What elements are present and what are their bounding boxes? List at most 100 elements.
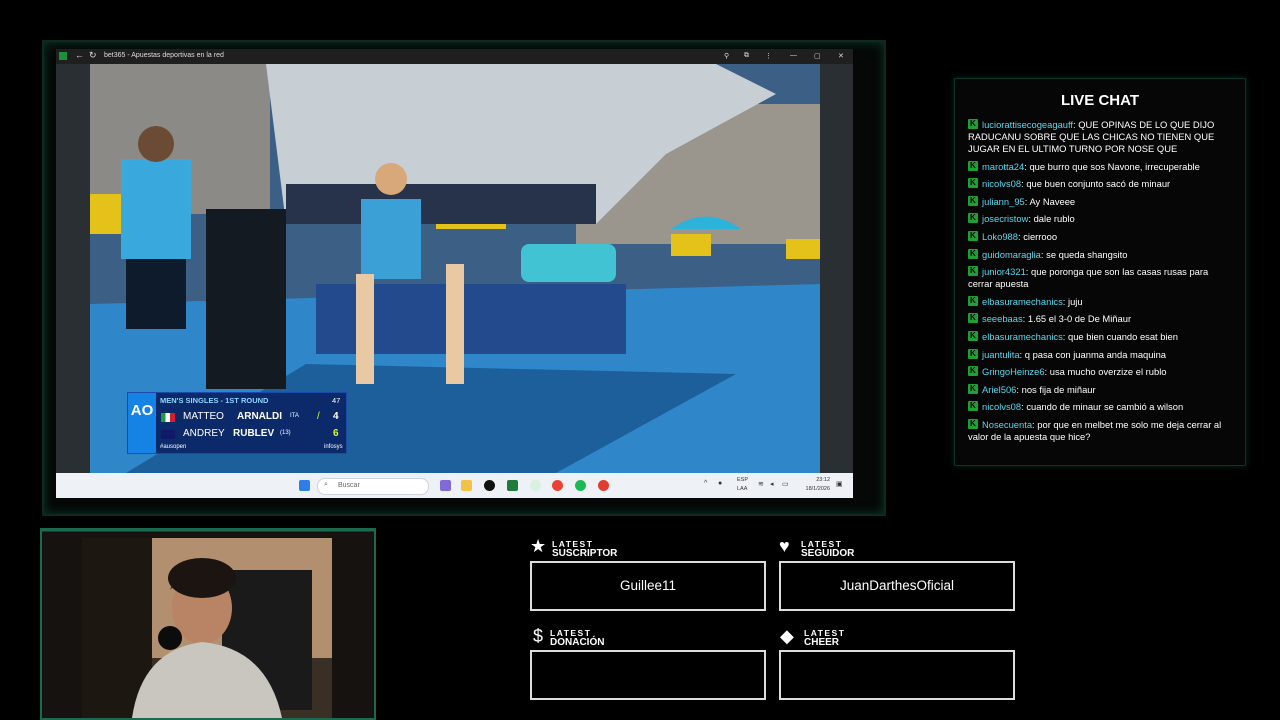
player2-last: RUBLEV — [233, 428, 275, 439]
clock-date[interactable]: 18/1/2026 — [798, 486, 830, 492]
clock-time[interactable]: 23:12 — [798, 477, 830, 483]
australian-open-logo: AO — [128, 393, 156, 453]
kick-badge-icon — [968, 383, 978, 395]
match-time: 47 — [332, 396, 341, 405]
battery-icon[interactable]: ▭ — [782, 480, 789, 488]
player1-country: ITA — [290, 413, 299, 419]
diamond-icon: ◆ — [780, 626, 794, 646]
share-icon[interactable]: ⧉ — [744, 52, 749, 60]
notification-icon[interactable]: ▣ — [836, 480, 843, 488]
tiktok-icon[interactable] — [484, 480, 495, 491]
chat-text: cuando de minaur se cambió a wilson — [1026, 401, 1184, 413]
star-icon: ★ — [530, 536, 547, 556]
chat-text: se queda shangsito — [1046, 248, 1128, 260]
taskbar-search[interactable]: ⌕ Buscar — [317, 478, 429, 495]
chat-username[interactable]: GringoHeinze6 — [982, 366, 1045, 377]
chat-text: 1.65 el 3-0 de De Miñaur — [1027, 313, 1132, 325]
chat-message: seeebaas: 1.65 el 3-0 de De Miñaur — [968, 312, 1230, 325]
chrome-icon[interactable] — [552, 480, 563, 491]
chat-message: elbasuramechanics: que bien cuando esat … — [968, 330, 1230, 343]
subscriber-label: LATEST SUSCRIPTOR — [552, 539, 618, 559]
browser-title: bet365 - Apuestas deportivas en la red — [104, 52, 224, 59]
chat-username[interactable]: elbasuramechanics — [982, 296, 1063, 307]
chat-text: juju — [1068, 295, 1083, 307]
chat-message: Loko988: cierrooo — [968, 230, 1230, 243]
hashtag: #ausopen — [160, 444, 187, 450]
kick-badge-icon — [968, 177, 978, 189]
latest-cheer-box — [779, 650, 1015, 700]
kick-badge-icon — [968, 195, 978, 207]
start-icon[interactable] — [299, 480, 310, 491]
chat-username[interactable]: marotta24 — [982, 161, 1024, 172]
chat-message: luciorattisecogeagauff: QUE OPINAS DE LO… — [968, 118, 1230, 155]
chat-username[interactable]: nicolvs08 — [982, 401, 1021, 412]
chevron-up-icon[interactable]: ^ — [704, 480, 707, 487]
chat-message: josecristow: dale rublo — [968, 212, 1230, 225]
latest-donation-box — [530, 650, 766, 700]
chat-text: que buen conjunto sacó de minaur — [1026, 178, 1171, 190]
chat-message: nicolvs08: que buen conjunto sacó de min… — [968, 177, 1230, 190]
browser-title-bar: ← ↻ bet365 - Apuestas deportivas en la r… — [56, 49, 853, 64]
kick-badge-icon — [968, 212, 978, 224]
heart-icon: ♥ — [779, 536, 790, 556]
kick-badge-icon — [968, 330, 978, 342]
dollar-icon: $ — [533, 626, 544, 646]
chat-message: marotta24: que burro que sos Navone, irr… — [968, 160, 1230, 173]
chat-username[interactable]: nicolvs08 — [982, 178, 1021, 189]
kick-badge-icon — [968, 365, 978, 377]
volume-icon[interactable]: ◂ — [770, 480, 774, 488]
whatsapp-icon[interactable] — [530, 480, 541, 491]
chat-text: q pasa con juanma anda maquina — [1024, 348, 1166, 360]
chat-text: que bien cuando esat bien — [1068, 330, 1178, 342]
neutral-flag-icon — [161, 430, 175, 439]
chat-title: LIVE CHAT — [1060, 92, 1140, 109]
bet365-icon[interactable] — [507, 480, 518, 491]
chat-username[interactable]: Loko988 — [982, 231, 1018, 242]
round-label: MEN'S SINGLES - 1ST ROUND — [160, 396, 269, 405]
chat-username[interactable]: luciorattisecogeagauff — [982, 119, 1073, 130]
language-code[interactable]: ESP — [737, 477, 748, 483]
chat-username[interactable]: josecristow — [982, 213, 1028, 224]
microphone-icon[interactable]: ● — [718, 480, 722, 487]
search-icon: ⌕ — [324, 481, 328, 488]
chat-username[interactable]: junior4321 — [982, 266, 1026, 277]
chat-username[interactable]: Nosecuenta — [982, 419, 1032, 430]
player1-games: 4 — [333, 411, 339, 422]
scoreboard: AO MEN'S SINGLES - 1ST ROUND 47 MATTEO A… — [127, 392, 347, 454]
back-icon[interactable]: ← — [75, 50, 84, 60]
spotify-icon[interactable] — [575, 480, 586, 491]
app-icon — [59, 52, 67, 60]
wifi-icon[interactable]: ≋ — [758, 480, 764, 488]
menu-icon[interactable]: ⋮ — [765, 52, 772, 60]
copilot-icon[interactable] — [440, 480, 451, 491]
chat-username[interactable]: Ariel506 — [982, 384, 1016, 395]
kick-badge-icon — [968, 265, 978, 277]
folder-icon[interactable] — [461, 480, 472, 491]
chat-message: juantulita: q pasa con juanma anda maqui… — [968, 348, 1230, 361]
chat-username[interactable]: juliann_95 — [982, 196, 1025, 207]
kick-badge-icon — [968, 418, 978, 430]
player2-seed: (13) — [280, 430, 291, 436]
kick-badge-icon — [968, 348, 978, 360]
chat-message: elbasuramechanics: juju — [968, 295, 1230, 308]
chat-username[interactable]: juantulita — [982, 349, 1020, 360]
minimize-icon[interactable]: — — [790, 52, 797, 59]
webcam-feed — [40, 528, 376, 720]
chat-message-list: luciorattisecogeagauff: QUE OPINAS DE LO… — [968, 118, 1230, 449]
restore-icon[interactable]: ▢ — [814, 52, 821, 60]
chat-username[interactable]: seeebaas — [982, 313, 1023, 324]
chat-username[interactable]: elbasuramechanics — [982, 331, 1063, 342]
cheer-label: LATEST CHEER — [804, 628, 846, 648]
zoom-icon[interactable]: ⚲ — [724, 52, 729, 60]
chat-username[interactable]: guidomaraglia — [982, 249, 1041, 260]
follower-label: LATEST SEGUIDOR — [801, 539, 855, 559]
streamer-camera-image — [42, 530, 374, 718]
close-icon[interactable]: ✕ — [838, 52, 844, 60]
kick-badge-icon — [968, 230, 978, 242]
app-icon-red[interactable] — [598, 480, 609, 491]
chat-message: GringoHeinze6: usa mucho overzize el rub… — [968, 365, 1230, 378]
player2-games: 6 — [333, 428, 339, 439]
chat-text: Ay Naveee — [1029, 195, 1076, 207]
reload-icon[interactable]: ↻ — [89, 50, 97, 61]
kick-badge-icon — [968, 118, 978, 130]
